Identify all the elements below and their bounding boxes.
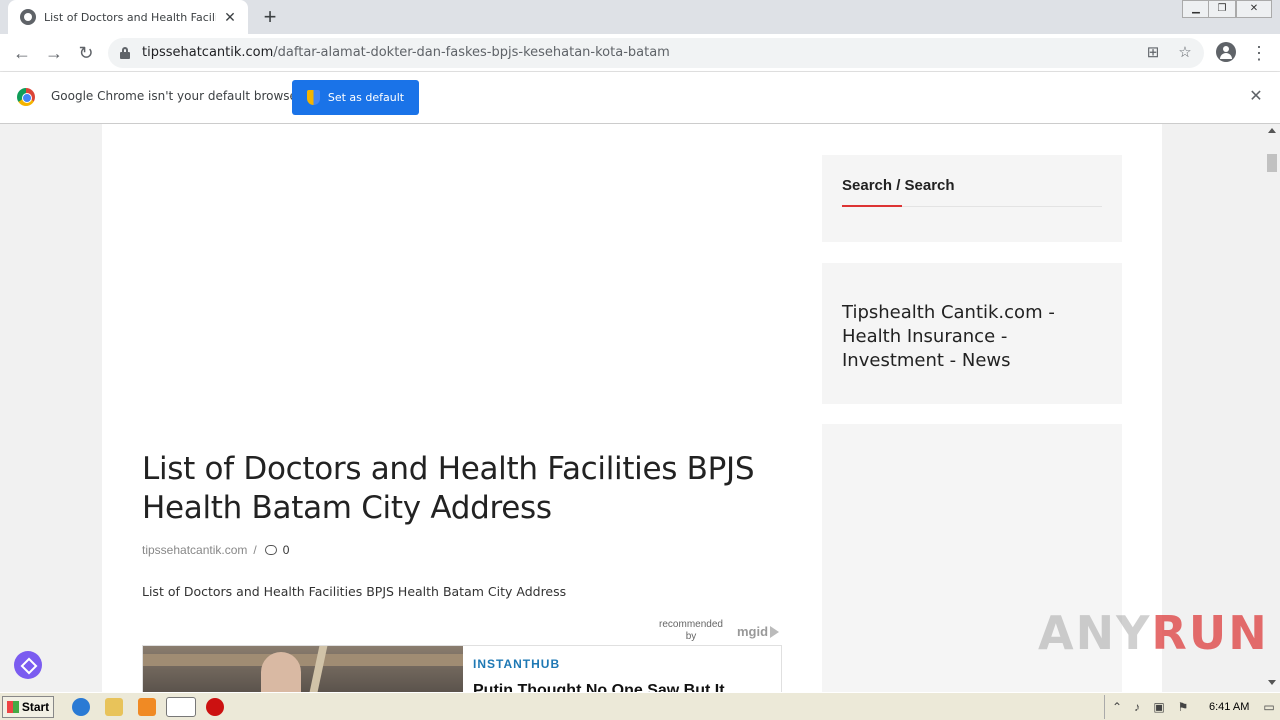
scroll-up-arrow-icon[interactable] <box>1268 128 1276 133</box>
comment-icon[interactable] <box>264 545 277 555</box>
profile-icon[interactable] <box>1216 42 1236 62</box>
article-meta: tipssehatcantik.com / 0 <box>142 543 289 557</box>
url-text[interactable]: tipssehatcantik.com/daftar-alamat-dokter… <box>142 45 670 60</box>
tray-expand-icon[interactable]: ⌃ <box>1109 699 1125 715</box>
search-widget: Search / Search <box>822 155 1122 242</box>
bookmark-star-icon[interactable]: ☆ <box>1176 44 1194 62</box>
url-domain: tipssehatcantik.com <box>142 45 274 60</box>
volume-icon[interactable]: ♪ <box>1129 699 1145 715</box>
site-description-widget: Tipshealth Cantik.com - Health Insurance… <box>822 263 1122 404</box>
globe-icon <box>20 9 36 25</box>
reload-button[interactable]: ↻ <box>75 42 97 64</box>
browser-toolbar: ← → ↻ tipssehatcantik.com/daftar-alamat-… <box>0 34 1280 72</box>
lock-icon <box>120 47 130 59</box>
article-site[interactable]: tipssehatcantik.com <box>142 543 247 557</box>
folder-icon[interactable] <box>105 698 123 716</box>
search-widget-title: Search / Search <box>842 177 955 194</box>
translate-icon[interactable]: ⊞ <box>1144 44 1162 62</box>
chrome-taskbar-icon[interactable] <box>166 697 196 717</box>
floating-action-button[interactable] <box>14 651 42 679</box>
browser-tab[interactable]: List of Doctors and Health Facilities BP… <box>8 0 248 34</box>
default-browser-infobar: Google Chrome isn't your default browser… <box>0 72 1280 124</box>
mgid-logo[interactable]: mgid <box>737 624 768 639</box>
anyrun-watermark: ANYRUN <box>1038 606 1269 660</box>
site-description: Tipshealth Cantik.com - Health Insurance… <box>842 302 1055 371</box>
windows-logo-icon <box>6 701 19 713</box>
ad-card[interactable]: INSTANTHUB Putin Thought No One Saw But … <box>142 645 782 692</box>
meta-separator: / <box>253 543 257 557</box>
start-label: Start <box>21 700 50 714</box>
scroll-thumb[interactable] <box>1267 154 1277 172</box>
scroll-down-arrow-icon[interactable] <box>1268 680 1276 685</box>
chrome-menu-icon[interactable]: ⋮ <box>1250 42 1268 64</box>
widget-accent-bar <box>842 205 902 207</box>
system-tray: ⌃ ♪ ▣ ⚑ 6:41 AM ▭ <box>1104 695 1280 719</box>
set-as-default-label: Set as default <box>327 91 405 104</box>
ad-image[interactable] <box>143 646 463 692</box>
forward-button[interactable]: → <box>43 42 65 64</box>
internet-explorer-icon[interactable] <box>72 698 90 716</box>
set-as-default-button[interactable]: Set as default <box>292 80 419 115</box>
back-button[interactable]: ← <box>11 42 33 64</box>
uac-shield-icon <box>306 90 320 105</box>
media-player-icon[interactable] <box>138 698 156 716</box>
tab-title: List of Doctors and Health Facilities BP… <box>44 10 216 24</box>
recommended-by-label: recommended by <box>659 619 723 642</box>
infobar-close-button[interactable]: ✕ <box>1247 88 1265 106</box>
url-path: /daftar-alamat-dokter-dan-faskes-bpjs-ke… <box>273 45 670 60</box>
chrome-logo-icon <box>17 88 35 106</box>
window-close-button[interactable]: ✕ <box>1236 0 1272 18</box>
start-button[interactable]: Start <box>2 696 54 718</box>
restore-button[interactable]: ❐ <box>1208 0 1236 18</box>
network-icon[interactable]: ▣ <box>1151 699 1167 715</box>
ad-headline[interactable]: Putin Thought No One Saw But It <box>473 682 725 692</box>
infobar-message: Google Chrome isn't your default browser <box>51 89 302 103</box>
stop-icon[interactable] <box>206 698 224 716</box>
adchoices-icon[interactable] <box>770 626 779 638</box>
address-bar[interactable]: tipssehatcantik.com/daftar-alamat-dokter… <box>108 38 1204 68</box>
windows-taskbar: Start ⌃ ♪ ▣ ⚑ 6:41 AM ▭ <box>0 692 1280 720</box>
new-tab-button[interactable]: + <box>258 6 282 28</box>
clock[interactable]: 6:41 AM <box>1209 701 1249 713</box>
minimize-button[interactable]: ▁ <box>1182 0 1210 18</box>
page-container: List of Doctors and Health Facilities BP… <box>102 124 1162 692</box>
show-desktop-icon[interactable]: ▭ <box>1261 699 1277 715</box>
article-excerpt: List of Doctors and Health Facilities BP… <box>142 584 567 599</box>
article-title: List of Doctors and Health Facilities BP… <box>142 451 755 526</box>
tab-strip: List of Doctors and Health Facilities BP… <box>0 0 1280 34</box>
tab-close-button[interactable]: ✕ <box>222 9 238 25</box>
action-center-flag-icon[interactable]: ⚑ <box>1175 699 1191 715</box>
comment-count[interactable]: 0 <box>283 543 290 557</box>
ad-source[interactable]: INSTANTHUB <box>473 657 560 671</box>
